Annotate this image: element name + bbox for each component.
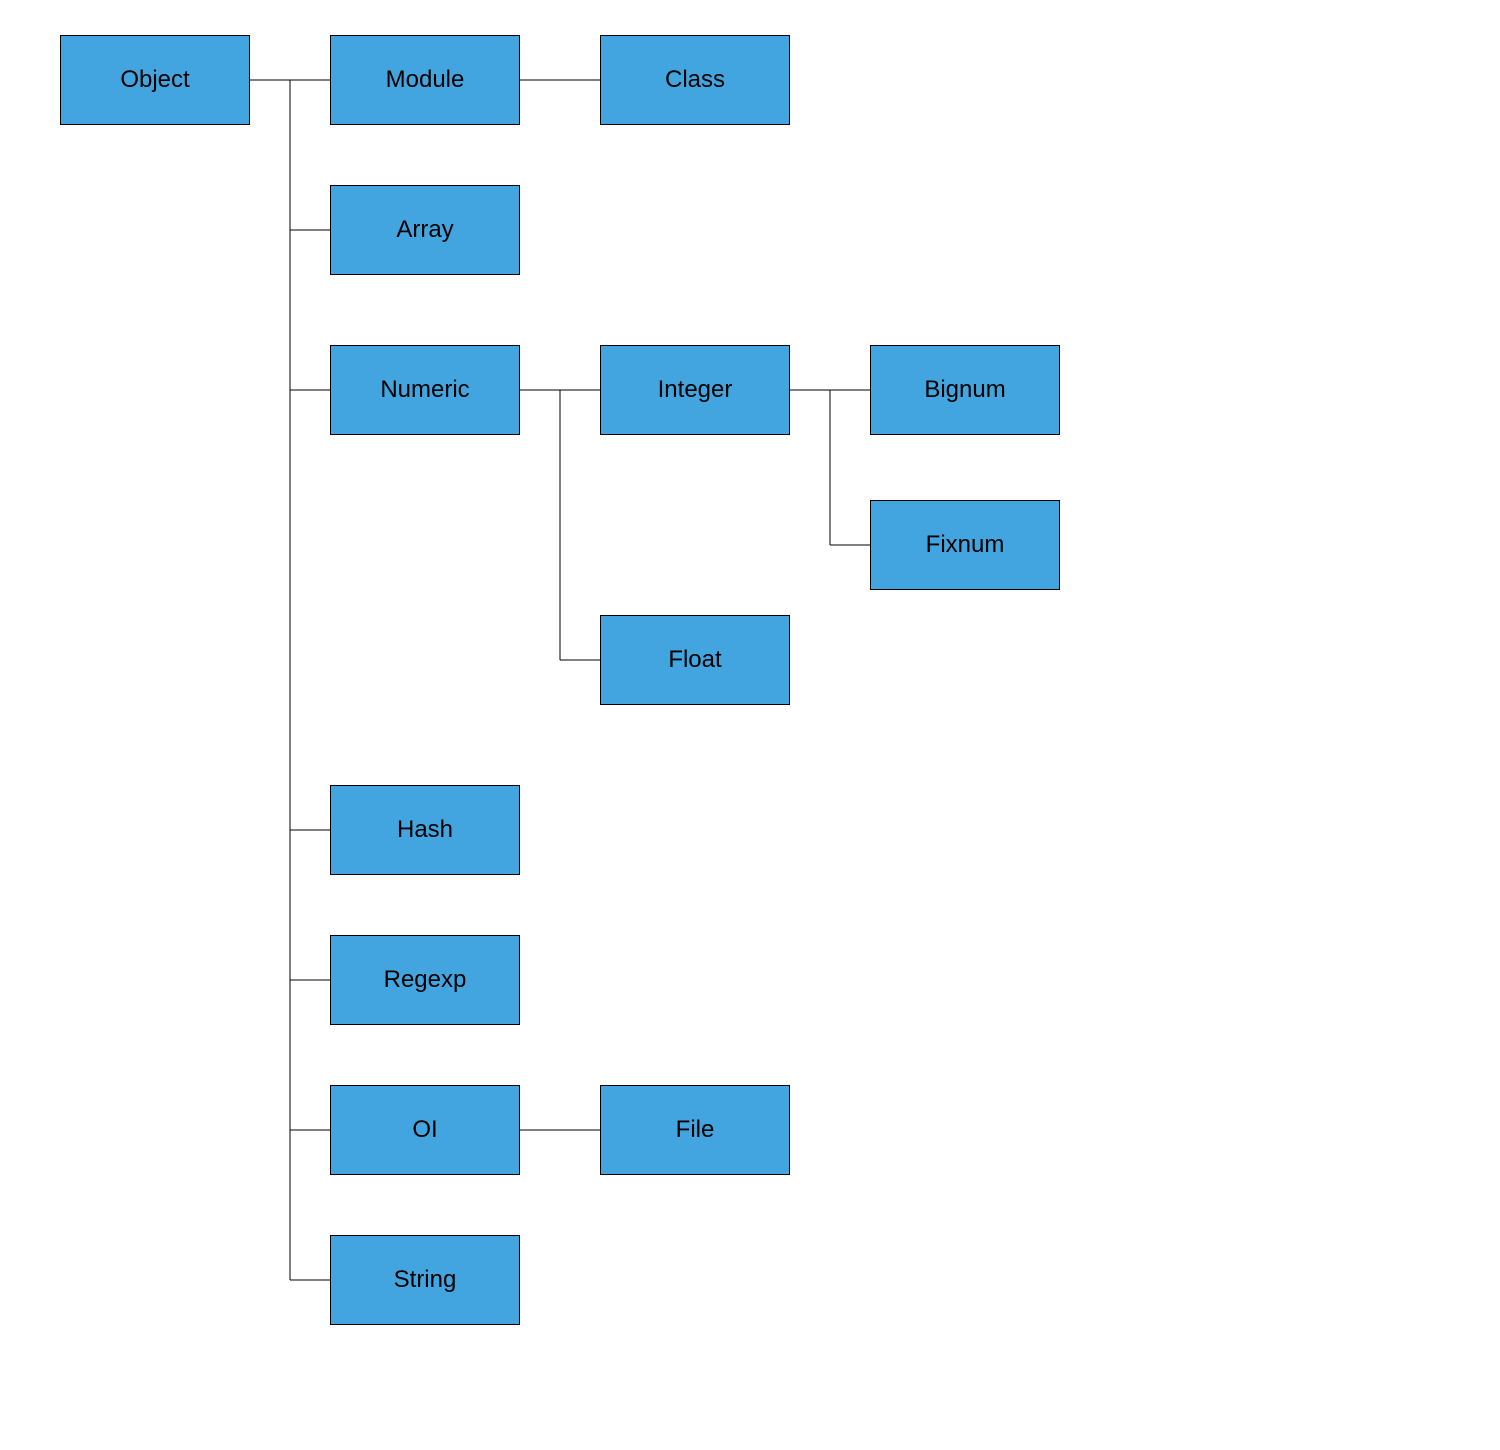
node-float: Float [600, 615, 790, 705]
node-integer: Integer [600, 345, 790, 435]
node-label: Bignum [924, 376, 1005, 404]
node-file: File [600, 1085, 790, 1175]
node-module: Module [330, 35, 520, 125]
node-class: Class [600, 35, 790, 125]
node-regexp: Regexp [330, 935, 520, 1025]
node-label: Numeric [380, 376, 469, 404]
node-label: OI [412, 1116, 437, 1144]
connector-lines [0, 0, 1500, 1450]
node-label: File [676, 1116, 715, 1144]
node-label: Module [386, 66, 465, 94]
node-label: Class [665, 66, 725, 94]
node-label: Object [120, 66, 189, 94]
node-label: Hash [397, 816, 453, 844]
node-label: String [394, 1266, 457, 1294]
node-label: Regexp [384, 966, 467, 994]
node-numeric: Numeric [330, 345, 520, 435]
node-fixnum: Fixnum [870, 500, 1060, 590]
node-hash: Hash [330, 785, 520, 875]
hierarchy-diagram: Object Module Class Array Numeric Intege… [0, 0, 1500, 1450]
node-label: Array [396, 216, 453, 244]
node-label: Float [668, 646, 721, 674]
node-label: Fixnum [926, 531, 1005, 559]
node-array: Array [330, 185, 520, 275]
node-bignum: Bignum [870, 345, 1060, 435]
node-object: Object [60, 35, 250, 125]
node-oi: OI [330, 1085, 520, 1175]
node-label: Integer [658, 376, 733, 404]
node-string: String [330, 1235, 520, 1325]
